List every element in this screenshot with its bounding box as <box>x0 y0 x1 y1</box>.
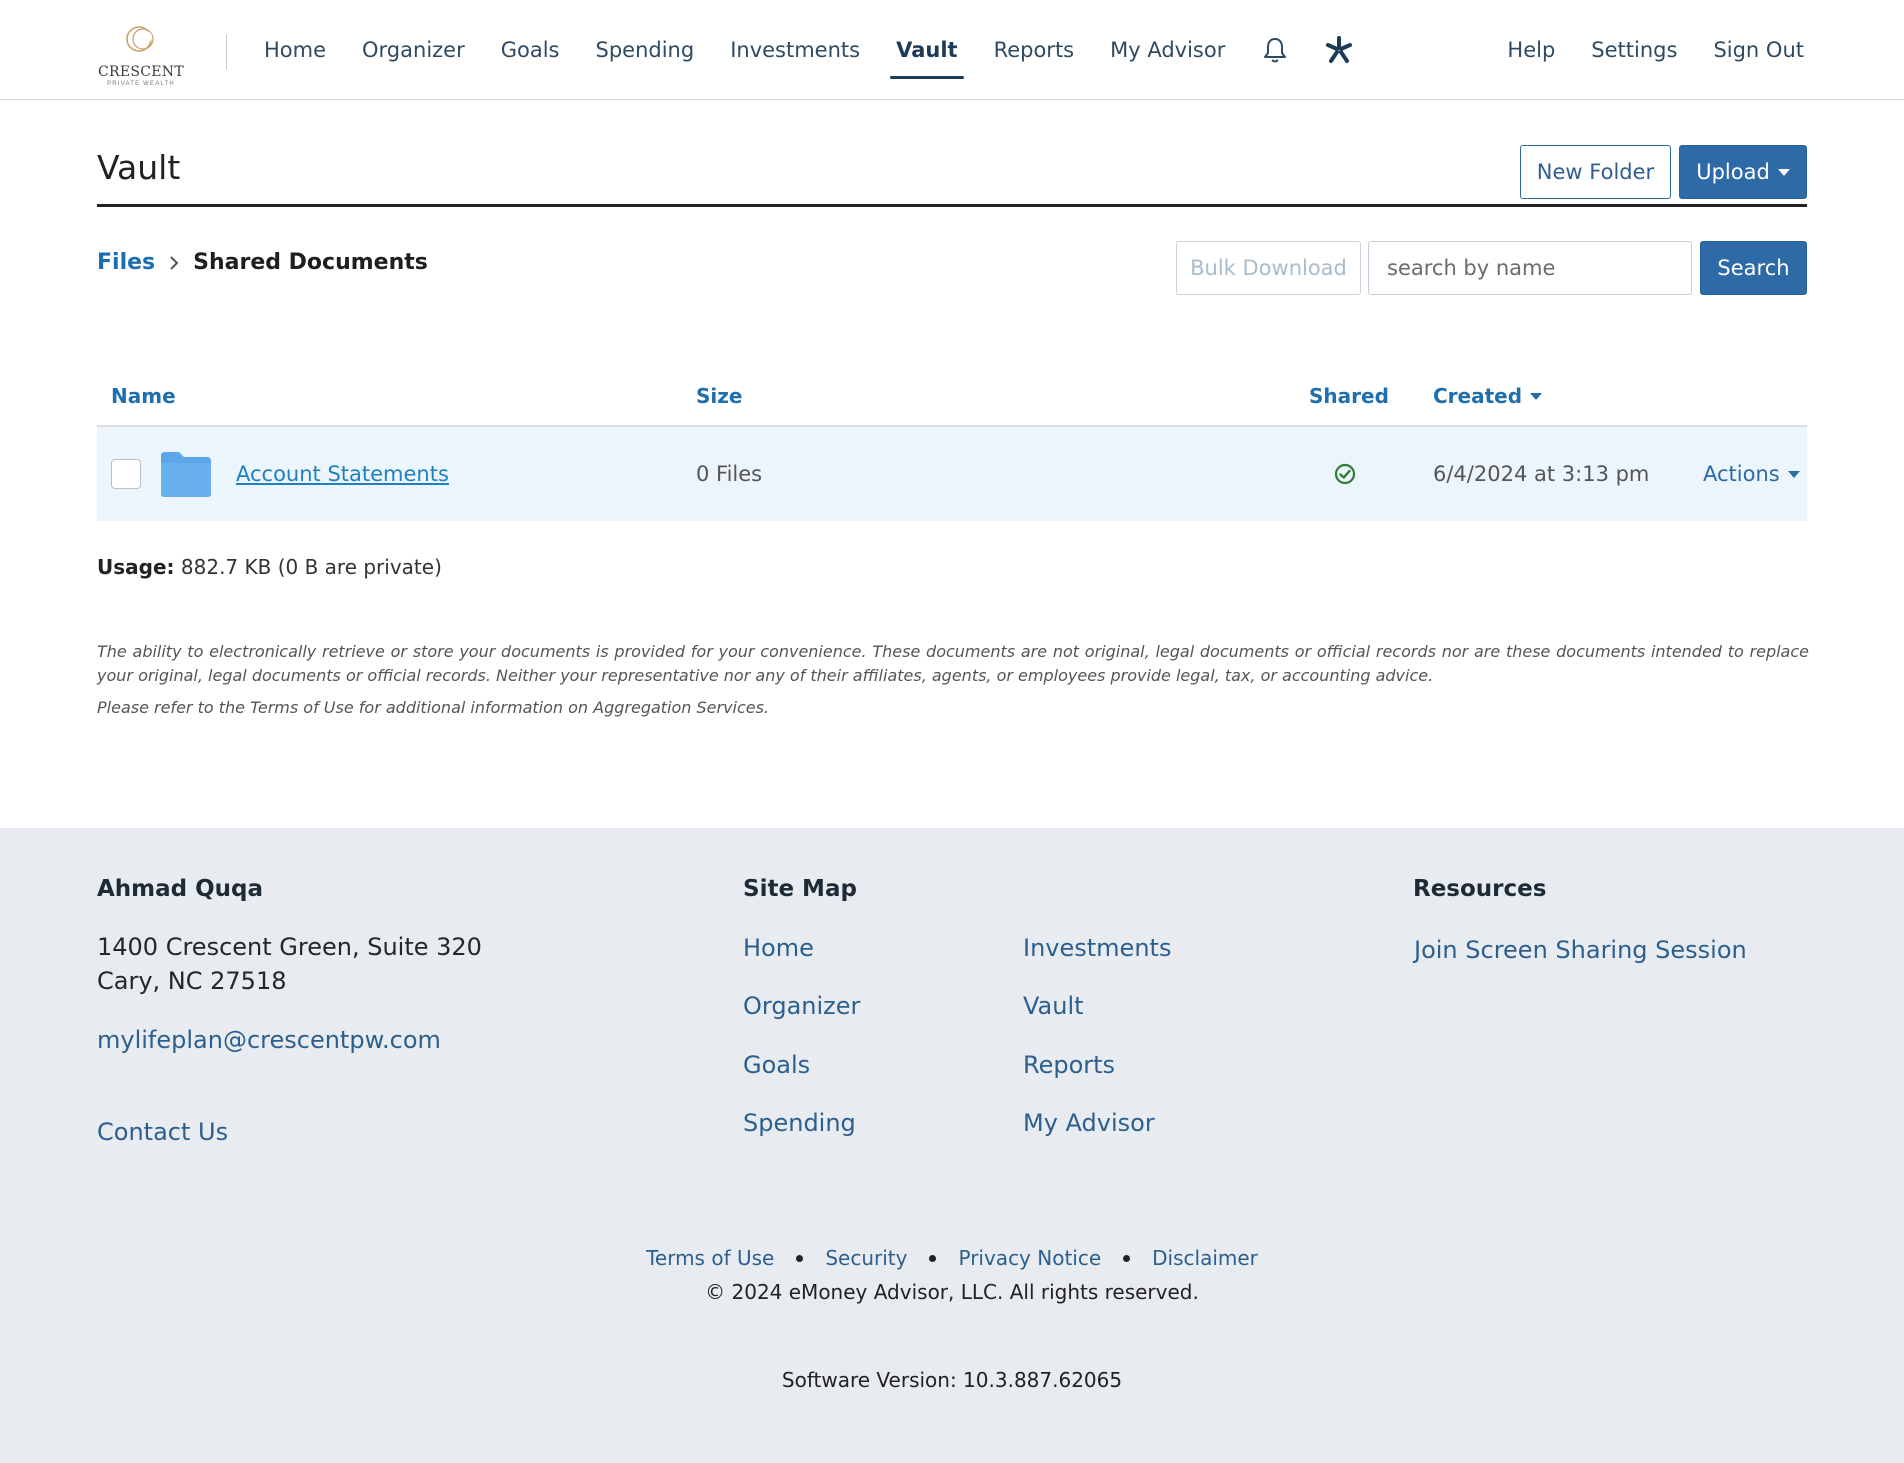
nav-divider <box>226 34 227 70</box>
sitemap-vault[interactable]: Vault <box>1023 992 1084 1020</box>
shared-check-icon <box>1334 463 1356 485</box>
column-header-name[interactable]: Name <box>111 384 176 408</box>
usage-value: 882.7 KB (0 B are private) <box>180 555 442 579</box>
title-divider <box>97 204 1807 207</box>
caret-down-icon <box>1787 470 1800 478</box>
legal-links: Terms of Use Security Privacy Notice Dis… <box>0 1246 1904 1270</box>
folder-link[interactable]: Account Statements <box>236 462 449 486</box>
sitemap-reports[interactable]: Reports <box>1023 1051 1115 1079</box>
advisor-name: Ahmad Quqa <box>97 876 264 902</box>
bell-icon <box>1264 38 1287 63</box>
nav-settings[interactable]: Settings <box>1591 38 1677 62</box>
nav-my-advisor[interactable]: My Advisor <box>1092 0 1243 100</box>
privacy-notice-link[interactable]: Privacy Notice <box>958 1246 1101 1270</box>
row-actions-menu[interactable]: Actions <box>1703 427 1800 521</box>
row-checkbox-cell <box>111 427 141 521</box>
contact-us-link[interactable]: Contact Us <box>97 1118 228 1146</box>
sitemap-spending[interactable]: Spending <box>743 1109 856 1137</box>
shared-cell <box>1334 427 1356 521</box>
screen-sharing-link[interactable]: Join Screen Sharing Session <box>1414 936 1747 964</box>
sitemap-heading: Site Map <box>743 876 857 902</box>
advisor-address-line1: 1400 Crescent Green, Suite 320 <box>97 933 482 961</box>
sort-desc-icon <box>1530 392 1543 400</box>
files-table: Name Size Shared Created Account Stateme… <box>97 370 1807 521</box>
copyright: © 2024 eMoney Advisor, LLC. All rights r… <box>705 1280 1199 1304</box>
assistant-button[interactable] <box>1307 0 1371 100</box>
size-cell: 0 Files <box>696 462 763 486</box>
search-input[interactable] <box>1368 241 1692 295</box>
disclaimer-link[interactable]: Disclaimer <box>1152 1246 1258 1270</box>
top-navigation: CRESCENT PRIVATE WEALTH Home Organizer G… <box>0 0 1904 100</box>
logo-wordmark: CRESCENT <box>98 64 184 80</box>
breadcrumb: Files Shared Documents <box>97 250 428 275</box>
sitemap-my-advisor[interactable]: My Advisor <box>1023 1109 1155 1137</box>
bullet-separator <box>1123 1254 1131 1262</box>
resources-heading: Resources <box>1413 876 1547 902</box>
sitemap-organizer[interactable]: Organizer <box>743 992 860 1020</box>
notifications-button[interactable] <box>1243 0 1307 100</box>
utility-nav: Help Settings Sign Out <box>1507 0 1804 100</box>
nav-help[interactable]: Help <box>1507 38 1555 62</box>
file-name-cell: Account Statements <box>236 427 449 521</box>
storage-usage: Usage: 882.7 KB (0 B are private) <box>97 555 442 579</box>
usage-label: Usage: <box>97 555 175 579</box>
terms-note: Please refer to the Terms of Use for add… <box>97 698 770 717</box>
nav-organizer[interactable]: Organizer <box>344 0 483 100</box>
table-header: Name Size Shared Created <box>97 370 1807 427</box>
breadcrumb-files-link[interactable]: Files <box>97 250 155 275</box>
security-link[interactable]: Security <box>825 1246 907 1270</box>
advisor-address-line2: Cary, NC 27518 <box>97 967 287 995</box>
bullet-separator <box>929 1254 937 1262</box>
folder-icon[interactable] <box>159 450 213 498</box>
bullet-separator <box>796 1254 804 1262</box>
nav-spending[interactable]: Spending <box>578 0 713 100</box>
column-header-created[interactable]: Created <box>1433 384 1543 408</box>
column-header-shared[interactable]: Shared <box>1309 384 1389 408</box>
caret-down-icon <box>1777 168 1790 176</box>
nav-sign-out[interactable]: Sign Out <box>1713 38 1804 62</box>
search-button[interactable]: Search <box>1700 241 1807 295</box>
footer: Ahmad Quqa 1400 Crescent Green, Suite 32… <box>0 828 1904 1463</box>
sitemap-home[interactable]: Home <box>743 934 814 962</box>
nav-goals[interactable]: Goals <box>483 0 578 100</box>
advisor-email-link[interactable]: mylifeplan@crescentpw.com <box>97 1026 441 1054</box>
nav-reports[interactable]: Reports <box>976 0 1093 100</box>
row-actions-label: Actions <box>1703 462 1780 486</box>
folder-icon-cell <box>159 427 213 521</box>
column-header-size[interactable]: Size <box>696 384 742 408</box>
table-row: Account Statements 0 Files 6/4/2024 at 3… <box>97 427 1807 521</box>
sitemap-goals[interactable]: Goals <box>743 1051 810 1079</box>
chevron-right-icon <box>169 255 179 271</box>
upload-button-label: Upload <box>1696 160 1770 184</box>
breadcrumb-current: Shared Documents <box>193 250 428 275</box>
software-version: Software Version: 10.3.887.62065 <box>781 1368 1123 1392</box>
column-header-created-label: Created <box>1433 384 1523 408</box>
nav-home[interactable]: Home <box>246 0 344 100</box>
crescent-logo-mark-icon <box>126 26 154 52</box>
sitemap-investments[interactable]: Investments <box>1023 934 1171 962</box>
terms-of-use-link[interactable]: Terms of Use <box>646 1246 774 1270</box>
upload-button[interactable]: Upload <box>1679 145 1807 199</box>
nav-vault[interactable]: Vault <box>878 0 975 100</box>
new-folder-button[interactable]: New Folder <box>1520 145 1671 199</box>
row-checkbox[interactable] <box>111 459 141 489</box>
created-cell: 6/4/2024 at 3:13 pm <box>1433 462 1650 486</box>
asterisk-icon <box>1326 36 1353 63</box>
nav-investments[interactable]: Investments <box>712 0 878 100</box>
bulk-download-button[interactable]: Bulk Download <box>1176 241 1361 295</box>
vault-disclaimer: The ability to electronically retrieve o… <box>97 642 1809 685</box>
main-nav: Home Organizer Goals Spending Investment… <box>246 0 1371 100</box>
page-title: Vault <box>97 148 181 187</box>
crescent-logo[interactable]: CRESCENT PRIVATE WEALTH <box>97 24 185 88</box>
logo-tagline: PRIVATE WEALTH <box>107 81 175 87</box>
